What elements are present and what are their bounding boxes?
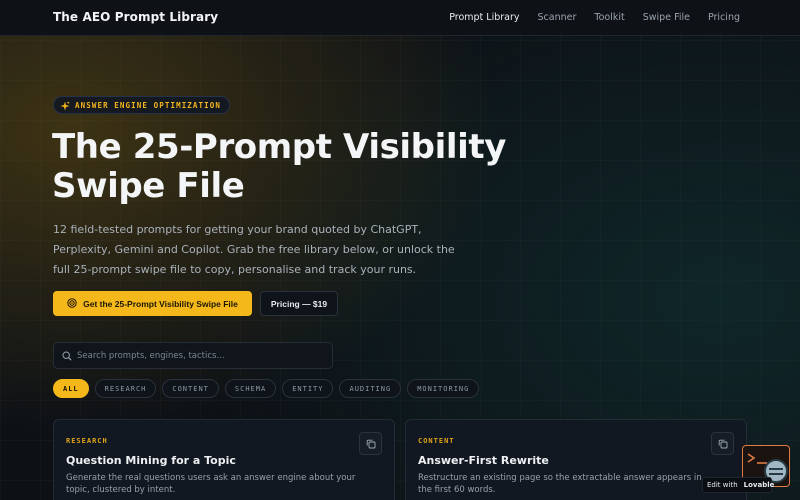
target-icon bbox=[67, 296, 77, 311]
brand-logo[interactable]: The AEO Prompt Library bbox=[53, 10, 218, 24]
filter-chip-auditing[interactable]: AUDITING bbox=[339, 379, 402, 398]
prompt-card[interactable]: CONTENT Answer-First Rewrite Restructure… bbox=[405, 419, 747, 500]
edit-with-lovable-badge[interactable]: Edit with Lovable bbox=[702, 477, 775, 493]
lovable-brand: Lovable bbox=[743, 481, 775, 489]
get-swipe-file-button[interactable]: Get the 25-Prompt Visibility Swipe File bbox=[53, 291, 252, 316]
filter-chip-content[interactable]: CONTENT bbox=[162, 379, 219, 398]
filter-chip-all[interactable]: ALL bbox=[53, 379, 89, 398]
filter-chip-research[interactable]: RESEARCH bbox=[94, 379, 157, 398]
card-category: CONTENT bbox=[418, 437, 455, 445]
nav-link-prompt-library[interactable]: Prompt Library bbox=[449, 12, 519, 23]
card-title: Question Mining for a Topic bbox=[66, 454, 236, 467]
nav-link-toolkit[interactable]: Toolkit bbox=[594, 12, 624, 23]
nav-link-swipe-file[interactable]: Swipe File bbox=[643, 12, 690, 23]
top-nav: The AEO Prompt Library Prompt Library Sc… bbox=[0, 0, 800, 36]
pricing-button-label: Pricing — $19 bbox=[270, 298, 328, 309]
card-title: Answer-First Rewrite bbox=[418, 454, 549, 467]
nav-link-pricing[interactable]: Pricing bbox=[708, 12, 740, 23]
card-description: Generate the real questions users ask an… bbox=[66, 473, 356, 495]
title-line-1: The 25-Prompt Visibility bbox=[52, 127, 506, 167]
filter-chip-monitoring[interactable]: MONITORING bbox=[407, 379, 480, 398]
title-line-2: Swipe File bbox=[52, 166, 245, 206]
copy-icon bbox=[366, 434, 376, 453]
card-category: RESEARCH bbox=[66, 437, 108, 445]
card-description: Restructure an existing page so the extr… bbox=[418, 473, 702, 495]
hero-subtitle: 12 field-tested prompts for getting your… bbox=[53, 223, 455, 276]
pricing-button[interactable]: Pricing — $19 bbox=[260, 291, 338, 316]
copy-button[interactable] bbox=[711, 432, 734, 455]
badge-label: ANSWER ENGINE OPTIMIZATION bbox=[75, 100, 221, 110]
copy-button[interactable] bbox=[359, 432, 382, 455]
filter-chip-entity[interactable]: ENTITY bbox=[282, 379, 334, 398]
search-icon bbox=[62, 346, 72, 365]
category-filters: ALL RESEARCH CONTENT SCHEMA ENTITY AUDIT… bbox=[53, 379, 480, 398]
sparkle-icon bbox=[60, 96, 70, 115]
search-box[interactable] bbox=[53, 342, 333, 369]
nav-link-scanner[interactable]: Scanner bbox=[538, 12, 577, 23]
search-input[interactable] bbox=[77, 350, 317, 361]
lovable-prefix: Edit with bbox=[707, 481, 738, 489]
filter-chip-schema[interactable]: SCHEMA bbox=[224, 379, 277, 398]
get-swipe-file-label: Get the 25-Prompt Visibility Swipe File bbox=[83, 298, 238, 309]
copy-icon bbox=[718, 434, 728, 453]
nav-links: Prompt Library Scanner Toolkit Swipe Fil… bbox=[449, 12, 740, 23]
page-title: The 25-Prompt Visibility Swipe File bbox=[52, 128, 512, 206]
category-badge: ANSWER ENGINE OPTIMIZATION bbox=[53, 96, 230, 114]
prompt-card[interactable]: RESEARCH Question Mining for a Topic Gen… bbox=[53, 419, 395, 500]
